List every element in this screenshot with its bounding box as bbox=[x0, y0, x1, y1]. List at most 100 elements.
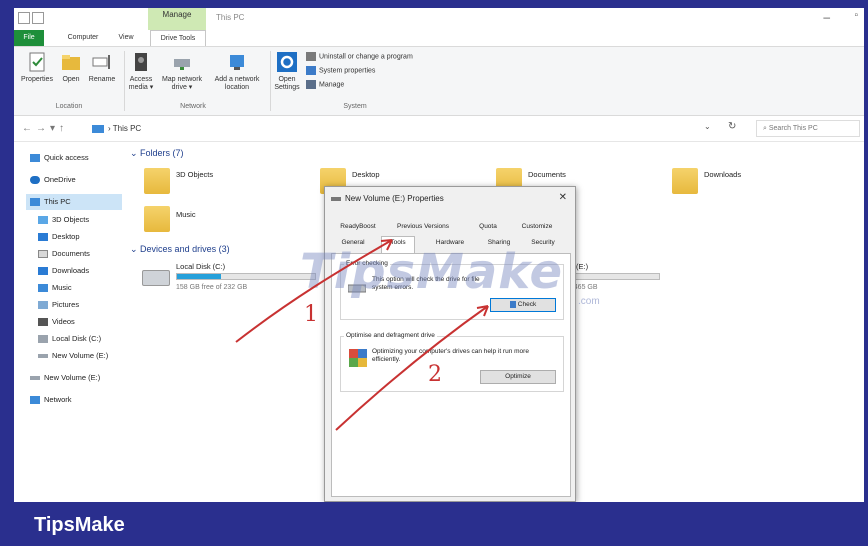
optimize-text: Optimizing your computer's drives can he… bbox=[372, 348, 529, 363]
file-explorer-window: Manage This PC – ▫ File Computer View Dr… bbox=[14, 8, 864, 502]
system-properties-label: System properties bbox=[319, 67, 376, 75]
brand-logo-text: TipsMake bbox=[34, 514, 125, 536]
maximize-button[interactable]: ▫ bbox=[854, 10, 858, 21]
properties-qat-icon[interactable] bbox=[18, 12, 30, 24]
cube-icon bbox=[38, 216, 48, 225]
refresh-icon[interactable]: ↻ bbox=[728, 121, 736, 132]
access-media-button[interactable]: Access media ▾ bbox=[126, 51, 156, 92]
open-button[interactable]: Open bbox=[58, 51, 84, 84]
sidebar-item-network[interactable]: Network bbox=[30, 392, 72, 408]
sidebar-item-documents[interactable]: Documents bbox=[38, 246, 90, 262]
folder-music[interactable]: Music bbox=[176, 210, 196, 219]
minimize-button[interactable]: – bbox=[823, 10, 830, 24]
manage-context-tab[interactable]: Manage bbox=[148, 8, 206, 30]
drive-c-usage-fill bbox=[177, 274, 222, 279]
sidebar-item-label: This PC bbox=[44, 197, 71, 206]
dialog-title: New Volume (E:) Properties bbox=[331, 194, 444, 203]
sidebar-item-new-volume-e[interactable]: New Volume (E:) bbox=[38, 348, 108, 364]
folder-desktop[interactable]: Desktop bbox=[352, 170, 380, 179]
open-settings-button[interactable]: Open Settings bbox=[272, 51, 302, 92]
network-location-icon bbox=[230, 55, 244, 70]
recent-locations-icon[interactable]: ▾ bbox=[50, 123, 59, 134]
close-icon[interactable]: ✕ bbox=[559, 192, 567, 203]
sidebar-item-label: Desktop bbox=[52, 232, 80, 241]
sidebar-item-quick-access[interactable]: Quick access bbox=[30, 150, 89, 166]
sidebar-item-3d-objects[interactable]: 3D Objects bbox=[38, 212, 89, 228]
rename-icon bbox=[92, 55, 110, 69]
document-icon bbox=[38, 250, 48, 259]
tab-quota[interactable]: Quota bbox=[471, 221, 505, 233]
local-disk-c-icon[interactable] bbox=[142, 270, 170, 286]
network-group-label: Network bbox=[180, 103, 206, 110]
window-title: This PC bbox=[216, 13, 245, 22]
sidebar-item-label: Local Disk (C:) bbox=[52, 334, 102, 343]
annotation-step-2: 2 bbox=[428, 362, 442, 387]
quick-access-toolbar[interactable] bbox=[18, 12, 46, 24]
folders-header-label: Folders (7) bbox=[140, 148, 184, 158]
address-bar[interactable]: › This PC bbox=[92, 122, 732, 136]
add-network-location-button[interactable]: Add a network location bbox=[210, 51, 264, 92]
open-folder-icon bbox=[62, 55, 80, 70]
shield-icon bbox=[509, 300, 516, 308]
sidebar-item-local-disk-c[interactable]: Local Disk (C:) bbox=[38, 331, 101, 347]
this-pc-icon bbox=[92, 124, 104, 133]
film-icon bbox=[38, 318, 48, 327]
new-folder-qat-icon[interactable] bbox=[32, 12, 44, 24]
properties-icon bbox=[29, 52, 45, 72]
sidebar-item-new-volume-e-root[interactable]: New Volume (E:) bbox=[30, 370, 100, 386]
sidebar-item-this-pc[interactable]: This PC bbox=[26, 194, 122, 210]
drive-e-name[interactable]: (E:) bbox=[576, 262, 588, 271]
folder-3d-objects[interactable]: 3D Objects bbox=[176, 170, 213, 179]
tab-view[interactable]: View bbox=[114, 30, 138, 46]
devices-section-header[interactable]: ⌄ Devices and drives (3) bbox=[130, 244, 230, 255]
system-properties-icon bbox=[306, 66, 316, 75]
download-arrow-icon bbox=[38, 267, 48, 276]
uninstall-icon bbox=[306, 52, 316, 61]
drive-c-name[interactable]: Local Disk (C:) bbox=[176, 262, 225, 271]
title-bar: Manage This PC – ▫ bbox=[14, 8, 864, 30]
cloud-icon bbox=[30, 176, 40, 185]
search-icon: ⌕ bbox=[763, 125, 767, 132]
up-arrow-icon[interactable]: ↑ bbox=[59, 123, 68, 134]
music-note-icon bbox=[38, 284, 48, 293]
3d-objects-folder-icon[interactable] bbox=[144, 168, 170, 194]
rename-label: Rename bbox=[88, 76, 116, 83]
rename-button[interactable]: Rename bbox=[86, 51, 118, 84]
sidebar-item-music[interactable]: Music bbox=[38, 280, 72, 296]
tab-readyboost[interactable]: ReadyBoost bbox=[335, 221, 381, 233]
folder-documents[interactable]: Documents bbox=[528, 170, 566, 179]
access-media-label: Access media ▾ bbox=[128, 76, 154, 91]
address-dropdown-icon[interactable]: ⌄ bbox=[704, 122, 711, 131]
folders-section-header[interactable]: ⌄ Folders (7) bbox=[130, 148, 184, 159]
sidebar-item-label: Downloads bbox=[52, 266, 90, 275]
manage-link[interactable]: Manage bbox=[306, 80, 344, 89]
folder-downloads[interactable]: Downloads bbox=[704, 170, 741, 179]
navigation-pane: Quick access OneDrive This PC 3D Objects… bbox=[14, 146, 134, 502]
map-network-drive-button[interactable]: Map network drive ▾ bbox=[158, 51, 206, 92]
properties-dialog: New Volume (E:) Properties ✕ ReadyBoost … bbox=[324, 186, 576, 502]
tab-customize[interactable]: Customize bbox=[515, 221, 559, 233]
tab-drive-tools[interactable]: Drive Tools bbox=[150, 30, 206, 46]
navigation-buttons[interactable]: ←→▾↑ bbox=[22, 123, 68, 134]
music-folder-icon[interactable] bbox=[144, 206, 170, 232]
sidebar-item-downloads[interactable]: Downloads bbox=[38, 263, 89, 279]
tab-file[interactable]: File bbox=[14, 30, 44, 46]
forward-arrow-icon[interactable]: → bbox=[36, 123, 50, 134]
desktop-icon bbox=[38, 233, 48, 242]
back-arrow-icon[interactable]: ← bbox=[22, 123, 36, 134]
properties-button[interactable]: Properties bbox=[20, 51, 54, 84]
uninstall-program-link[interactable]: Uninstall or change a program bbox=[306, 52, 413, 61]
downloads-folder-icon[interactable] bbox=[672, 168, 698, 194]
sidebar-item-desktop[interactable]: Desktop bbox=[38, 229, 80, 245]
sidebar-item-onedrive[interactable]: OneDrive bbox=[30, 172, 76, 188]
sidebar-item-videos[interactable]: Videos bbox=[38, 314, 75, 330]
system-properties-link[interactable]: System properties bbox=[306, 66, 375, 75]
sidebar-item-pictures[interactable]: Pictures bbox=[38, 297, 79, 313]
tab-previous-versions[interactable]: Previous Versions bbox=[387, 221, 459, 233]
optimize-button[interactable]: Optimize bbox=[480, 370, 556, 384]
tab-computer[interactable]: Computer bbox=[58, 30, 108, 46]
search-input[interactable]: ⌕ Search This PC bbox=[756, 120, 860, 137]
address-bar-row: ←→▾↑ › This PC ⌄ ↻ ⌕ Search This PC bbox=[14, 116, 864, 142]
check-button[interactable]: Check bbox=[490, 298, 556, 312]
ribbon-separator bbox=[270, 51, 271, 111]
